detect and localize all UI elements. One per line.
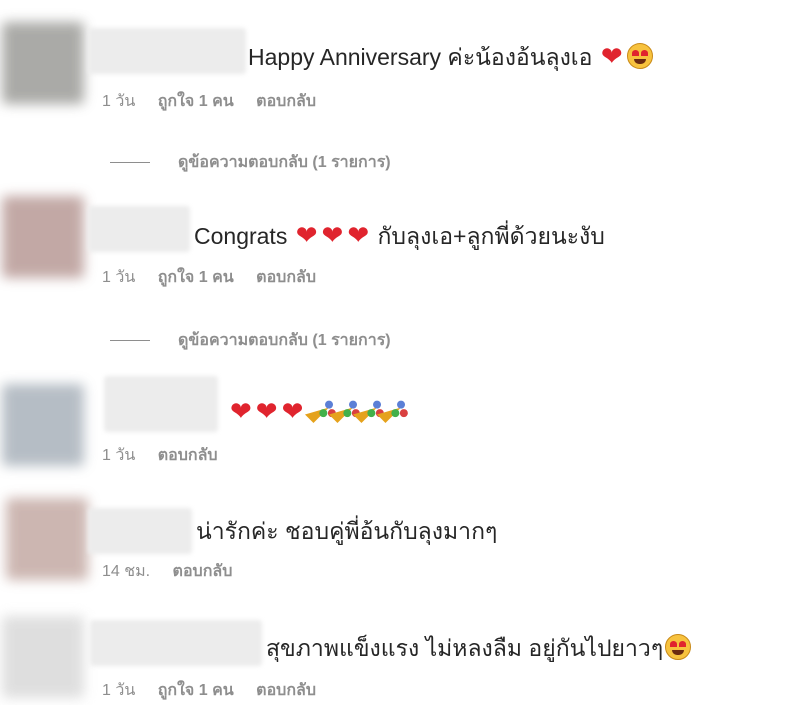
reply-button[interactable]: ตอบกลับ bbox=[256, 93, 316, 110]
comment-time: 1 วัน bbox=[102, 93, 136, 110]
heart-icon: ❤ bbox=[347, 220, 370, 250]
comment-time: 1 วัน bbox=[102, 269, 136, 286]
heart-eyes-icon bbox=[665, 634, 692, 660]
comment-text-content: น่ารักค่ะ ชอบคู่พี่อ้นกับลุงมากๆ bbox=[196, 518, 498, 544]
heart-icon: ❤ bbox=[255, 396, 278, 426]
reply-button[interactable]: ตอบกลับ bbox=[256, 269, 316, 286]
heart-icon: ❤ bbox=[321, 220, 344, 250]
reply-button[interactable]: ตอบกลับ bbox=[173, 563, 233, 580]
comment-text: Congrats ❤ ❤ ❤ กับลุงเอ+ลูกพี่ด้วยนะงับ bbox=[194, 220, 605, 251]
comment-time: 14 ชม. bbox=[102, 563, 151, 580]
comment-meta: 1 วัน ถูกใจ 1 คน ตอบกลับ bbox=[102, 681, 334, 701]
comment-text: Happy Anniversary ค่ะน้องอ้นลุงเอ ❤ bbox=[248, 41, 653, 72]
likes-count[interactable]: ถูกใจ 1 คน bbox=[158, 682, 234, 699]
username-blurred[interactable] bbox=[88, 508, 192, 554]
likes-count[interactable]: ถูกใจ 1 คน bbox=[158, 269, 234, 286]
view-replies-button[interactable]: ดูข้อความตอบกลับ (1 รายการ) bbox=[110, 153, 391, 173]
username-blurred[interactable] bbox=[88, 28, 246, 74]
comment-text: สุขภาพแข็งแรง ไม่หลงลืม อยู่กันไปยาวๆ bbox=[266, 633, 692, 663]
view-replies-label: ดูข้อความตอบกลับ (1 รายการ) bbox=[178, 332, 391, 349]
view-replies-label: ดูข้อความตอบกลับ (1 รายการ) bbox=[178, 154, 391, 171]
comment-meta: 14 ชม. ตอบกลับ bbox=[102, 562, 250, 582]
username-blurred[interactable] bbox=[104, 376, 218, 432]
view-replies-button[interactable]: ดูข้อความตอบกลับ (1 รายการ) bbox=[110, 331, 391, 351]
comment-meta: 1 วัน ตอบกลับ bbox=[102, 446, 236, 466]
heart-icon: ❤ bbox=[281, 396, 304, 426]
heart-icon: ❤ bbox=[230, 396, 252, 426]
avatar[interactable] bbox=[6, 498, 88, 580]
comment-text-content: สุขภาพแข็งแรง ไม่หลงลืม อยู่กันไปยาวๆ bbox=[266, 635, 664, 661]
username-blurred[interactable] bbox=[88, 206, 190, 252]
comment-text-content: Happy Anniversary ค่ะน้องอ้นลุงเอ bbox=[248, 44, 593, 70]
avatar[interactable] bbox=[2, 196, 84, 278]
divider-line bbox=[110, 162, 150, 164]
comment-text-content: กับลุงเอ+ลูกพี่ด้วยนะงับ bbox=[377, 223, 605, 249]
divider-line bbox=[110, 340, 150, 342]
avatar[interactable] bbox=[2, 384, 84, 466]
heart-eyes-icon bbox=[626, 43, 653, 69]
reply-button[interactable]: ตอบกลับ bbox=[256, 682, 316, 699]
avatar[interactable] bbox=[2, 616, 84, 698]
comment-text: น่ารักค่ะ ชอบคู่พี่อ้นกับลุงมากๆ bbox=[196, 516, 497, 546]
heart-icon: ❤ bbox=[295, 220, 318, 250]
comment-meta: 1 วัน ถูกใจ 1 คน ตอบกลับ bbox=[102, 92, 334, 112]
reply-button[interactable]: ตอบกลับ bbox=[158, 447, 218, 464]
likes-count[interactable]: ถูกใจ 1 คน bbox=[158, 93, 234, 110]
avatar[interactable] bbox=[2, 22, 84, 104]
comment-meta: 1 วัน ถูกใจ 1 คน ตอบกลับ bbox=[102, 268, 334, 288]
party-popper-icon bbox=[305, 398, 330, 424]
comment-time: 1 วัน bbox=[102, 682, 136, 699]
comment-text: ❤ ❤ ❤ bbox=[228, 396, 402, 427]
username-blurred[interactable] bbox=[90, 620, 262, 666]
comment-time: 1 วัน bbox=[102, 447, 136, 464]
comment-text-prefix: Congrats bbox=[194, 223, 288, 249]
heart-icon: ❤ bbox=[600, 41, 623, 71]
